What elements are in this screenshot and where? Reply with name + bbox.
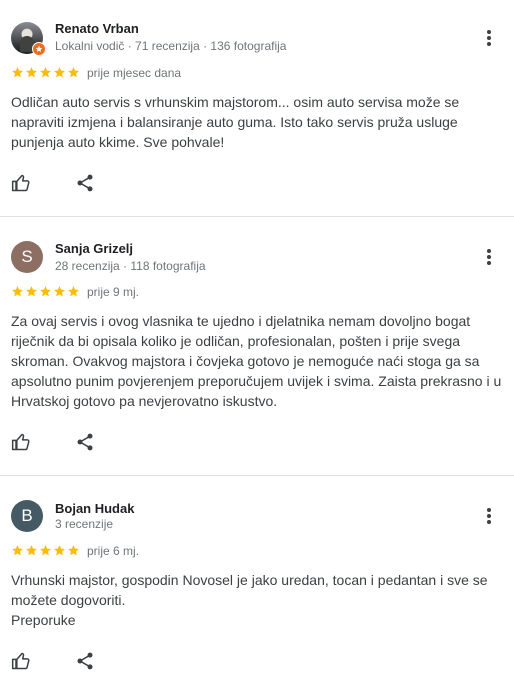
review-text: Odličan auto servis s vrhunskim majstoro…	[11, 94, 460, 150]
star-icon	[68, 545, 79, 556]
more-options-icon[interactable]	[479, 504, 499, 528]
star-rating	[11, 66, 80, 80]
more-options-icon[interactable]	[479, 26, 499, 50]
share-button[interactable]	[74, 431, 96, 453]
star-icon	[12, 545, 23, 556]
review-card: B Bojan Hudak 3 recenzije prije 6 mj. Vr…	[0, 476, 514, 691]
star-icon	[26, 67, 37, 78]
like-button[interactable]	[10, 650, 32, 672]
reviewer-avatar[interactable]: B	[11, 500, 43, 532]
star-icon	[40, 286, 51, 297]
review-date: prije 9 mj.	[87, 285, 140, 299]
star-icon	[54, 286, 65, 297]
star-icon	[26, 545, 37, 556]
reviewer-meta: Lokalni vodič · 71 recenzija · 136 fotog…	[55, 39, 287, 53]
star-icon	[12, 67, 23, 78]
local-guide-badge-icon	[32, 42, 46, 56]
like-button[interactable]	[10, 431, 32, 453]
review-card: Renato Vrban Lokalni vodič · 71 recenzij…	[0, 0, 514, 216]
star-icon	[12, 286, 23, 297]
reviewer-meta: 28 recenzija · 118 fotografija	[55, 259, 206, 273]
reviewer-avatar[interactable]	[11, 22, 46, 56]
star-icon	[68, 286, 79, 297]
star-icon	[54, 545, 65, 556]
reviewer-avatar[interactable]: S	[11, 241, 43, 273]
star-icon	[54, 67, 65, 78]
reviewer-name[interactable]: Sanja Grizelj	[55, 241, 133, 256]
avatar-letter: S	[21, 247, 33, 266]
star-icon	[26, 286, 37, 297]
star-rating	[11, 285, 80, 299]
more-options-icon[interactable]	[479, 245, 499, 269]
share-button[interactable]	[74, 650, 96, 672]
star-icon	[40, 67, 51, 78]
review-date: prije 6 mj.	[87, 544, 140, 558]
avatar-letter: B	[21, 506, 33, 525]
review-date: prije mjesec dana	[87, 66, 182, 80]
like-button[interactable]	[10, 172, 32, 194]
reviewer-name[interactable]: Bojan Hudak	[55, 501, 134, 516]
star-icon	[40, 545, 51, 556]
reviewer-name[interactable]: Renato Vrban	[55, 21, 139, 36]
review-text: Za ovaj servis i ovog vlasnika te ujedno…	[11, 313, 502, 409]
review-extra-text: Preporuke	[11, 612, 76, 628]
share-button[interactable]	[74, 172, 96, 194]
star-icon	[68, 67, 79, 78]
reviewer-meta: 3 recenzije	[55, 517, 114, 531]
review-text: Vrhunski majstor, gospodin Novosel je ja…	[11, 572, 488, 608]
star-rating	[11, 544, 80, 558]
review-card: S Sanja Grizelj 28 recenzija · 118 fotog…	[0, 217, 514, 475]
